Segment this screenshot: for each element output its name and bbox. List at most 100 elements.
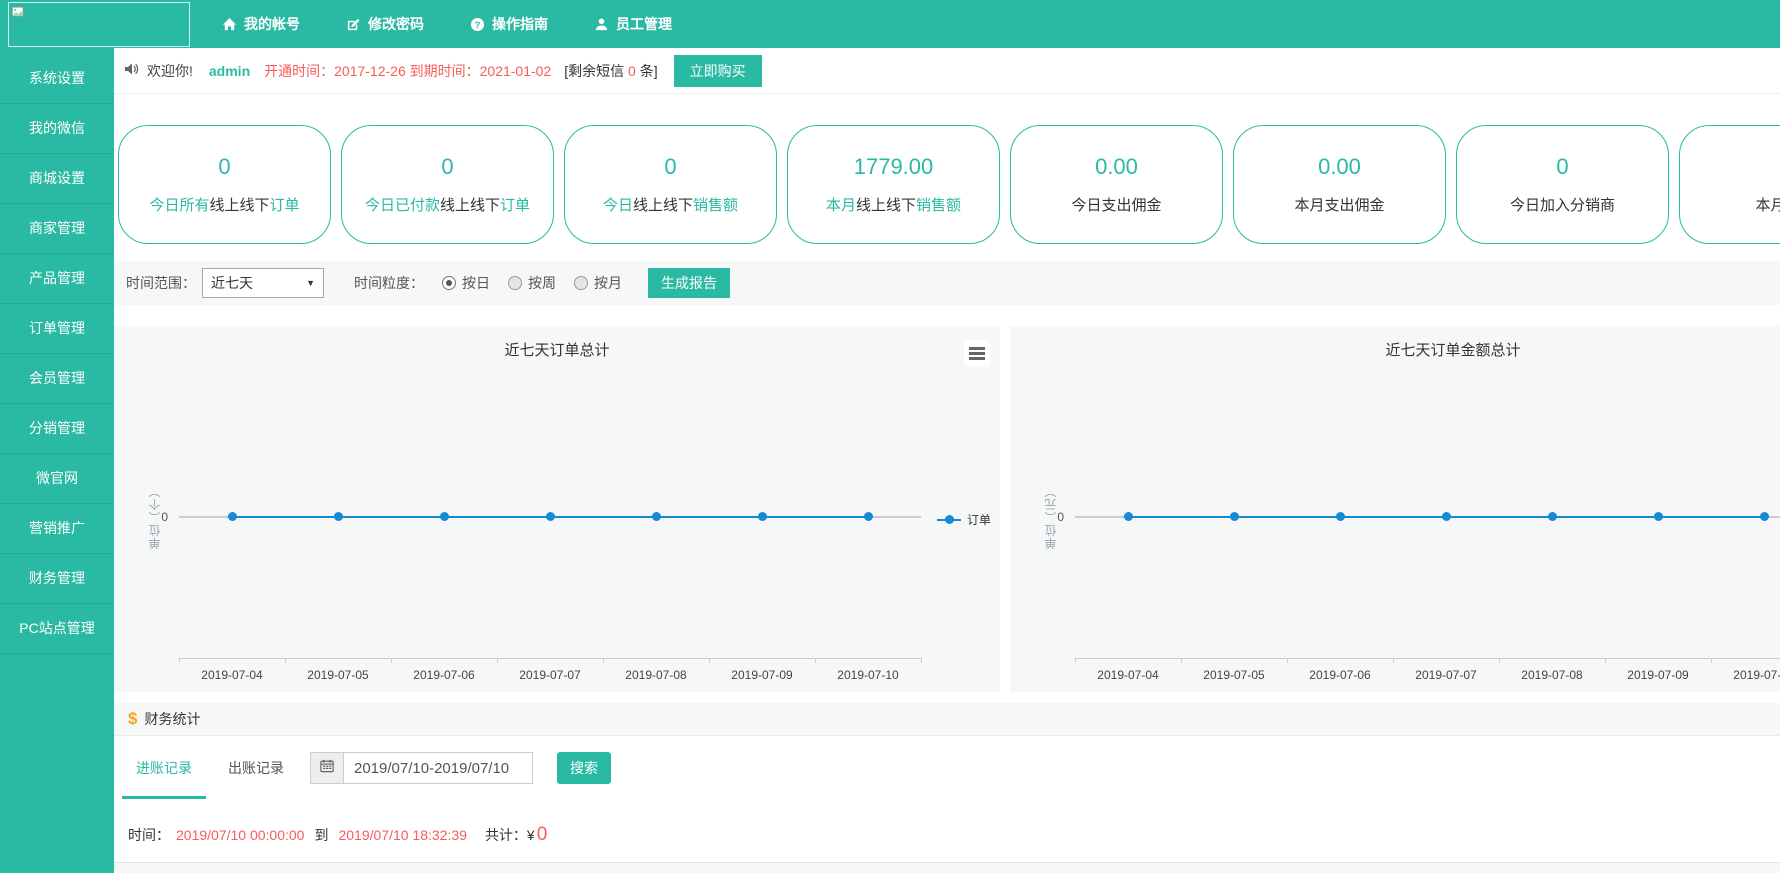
sidebar-item-4[interactable]: 商家管理 (0, 204, 114, 254)
topnav-item-3[interactable]: ? 操作指南 (470, 14, 548, 34)
x-axis-label: 2019-07-10 (1722, 668, 1780, 682)
total-value: 0 (537, 824, 548, 846)
x-axis-tick (709, 658, 710, 663)
radio-label: 按月 (594, 273, 622, 293)
sidebar-item-5[interactable]: 产品管理 (0, 254, 114, 304)
stat-card-label: 今日已付款线上线下订单 (365, 194, 530, 215)
x-axis-tick (1393, 658, 1394, 663)
chart-legend[interactable]: 订单 (937, 511, 991, 528)
search-button[interactable]: 搜索 (557, 752, 611, 784)
legend-line-marker-icon (937, 515, 961, 524)
x-axis-tick (1287, 658, 1288, 663)
sidebar-item-11[interactable]: 财务管理 (0, 554, 114, 604)
data-point[interactable] (1548, 512, 1557, 521)
data-point[interactable] (334, 512, 343, 521)
stat-card-3: 0今日线上线下销售额 (564, 125, 777, 244)
total-label: 共计：¥ (485, 825, 535, 845)
stat-card-label: 本月加入 (1755, 194, 1780, 215)
stat-card-5: 0.00 今日支出佣金 (1010, 125, 1223, 244)
calendar-icon (320, 759, 334, 778)
generate-report-button[interactable]: 生成报告 (648, 268, 730, 298)
data-point[interactable] (1336, 512, 1345, 521)
sidebar-item-7[interactable]: 会员管理 (0, 354, 114, 404)
data-point[interactable] (1442, 512, 1451, 521)
date-range-input[interactable] (344, 752, 533, 784)
topnav-label: 我的帐号 (244, 14, 300, 34)
report-filter-bar: 时间范围： 近七天 ▼ 时间粒度： 按日按周按月 生成报告 (114, 261, 1780, 305)
topnav-label: 员工管理 (616, 14, 672, 34)
svg-text:?: ? (475, 19, 481, 29)
time-to-label: 到 (314, 825, 328, 845)
stat-card-6: 0.00本月支出佣金 (1233, 125, 1446, 244)
x-axis-tick (1075, 658, 1076, 663)
welcome-greeting: 欢迎你! (147, 61, 193, 81)
stat-card-8: 1本月加入 (1679, 125, 1780, 244)
main-content: 欢迎你! admin 开通时间：2017-12-26 到期时间：2021-01-… (114, 48, 1780, 873)
data-point[interactable] (758, 512, 767, 521)
data-point[interactable] (546, 512, 555, 521)
stat-card-value: 0 (218, 154, 230, 180)
chevron-down-icon: ▼ (306, 278, 315, 288)
data-point[interactable] (440, 512, 449, 521)
stat-card-value: 0.00 (1095, 154, 1138, 180)
x-axis-label: 2019-07-05 (1192, 668, 1276, 682)
data-point[interactable] (652, 512, 661, 521)
sidebar-navigation: 系统设置我的微信商城设置商家管理产品管理订单管理会员管理分销管理微官网营销推广财… (0, 48, 114, 873)
chart-title: 近七天订单总计 (114, 339, 1000, 360)
stat-card-label: 今日支出佣金 (1071, 194, 1161, 215)
time-range-label: 时间范围： (126, 273, 196, 293)
granularity-radio-3[interactable]: 按月 (574, 273, 622, 293)
edit-icon (346, 17, 361, 32)
granularity-radio-2[interactable]: 按周 (508, 273, 556, 293)
x-axis-label: 2019-07-06 (402, 668, 486, 682)
logo[interactable] (8, 2, 190, 47)
y-axis-tick: 0 (152, 510, 168, 524)
radio-icon[interactable] (574, 276, 588, 290)
stat-card-value: 0.00 (1318, 154, 1361, 180)
sidebar-item-10[interactable]: 营销推广 (0, 504, 114, 554)
x-axis-label: 2019-07-08 (1510, 668, 1594, 682)
x-axis-label: 2019-07-10 (826, 668, 910, 682)
stat-cards-row: 0今日所有线上线下订单0今日已付款线上线下订单0今日线上线下销售额1779.00… (114, 94, 1780, 244)
radio-selected-icon[interactable] (442, 276, 456, 290)
topnav-item-1[interactable]: 我的帐号 (222, 14, 300, 34)
x-axis-tick (1605, 658, 1606, 663)
radio-icon[interactable] (508, 276, 522, 290)
time-range-value: 近七天 (211, 273, 253, 293)
granularity-radio-1[interactable]: 按日 (442, 273, 490, 293)
dashboard-page: 我的帐号修改密码?操作指南员工管理 系统设置我的微信商城设置商家管理产品管理订单… (0, 0, 1780, 873)
radio-label: 按日 (462, 273, 490, 293)
data-point[interactable] (864, 512, 873, 521)
sidebar-item-1[interactable]: 系统设置 (0, 54, 114, 104)
sidebar-item-2[interactable]: 我的微信 (0, 104, 114, 154)
sidebar-item-9[interactable]: 微官网 (0, 454, 114, 504)
stat-card-value: 0 (664, 154, 676, 180)
data-point[interactable] (1230, 512, 1239, 521)
sidebar-item-12[interactable]: PC站点管理 (0, 604, 114, 654)
data-point[interactable] (1124, 512, 1133, 521)
users-icon (594, 17, 609, 32)
sidebar-item-6[interactable]: 订单管理 (0, 304, 114, 354)
stat-card-value: 1779.00 (854, 154, 934, 180)
time-range-select[interactable]: 近七天 ▼ (202, 268, 324, 298)
sidebar-item-8[interactable]: 分销管理 (0, 404, 114, 454)
chart-toolbox-icon[interactable] (964, 340, 990, 366)
finance-section-header: $ 财务统计 (114, 703, 1780, 736)
topnav-label: 操作指南 (492, 14, 548, 34)
topnav-item-2[interactable]: 修改密码 (346, 14, 424, 34)
x-axis-tick (497, 658, 498, 663)
sidebar-item-3[interactable]: 商城设置 (0, 154, 114, 204)
tab-expense-records[interactable]: 出账记录 (224, 758, 288, 778)
stat-card-7: 0今日加入分销商 (1456, 125, 1669, 244)
tab-income-records[interactable]: 进账记录 (132, 758, 196, 778)
topnav-item-4[interactable]: 员工管理 (594, 14, 672, 34)
buy-now-button[interactable]: 立即购买 (674, 55, 762, 87)
data-point[interactable] (1760, 512, 1769, 521)
calendar-button[interactable] (310, 752, 344, 784)
x-axis-label: 2019-07-07 (508, 668, 592, 682)
x-axis-line (179, 658, 921, 659)
data-point[interactable] (1654, 512, 1663, 521)
time-end: 2019/07/10 18:32:39 (338, 827, 466, 843)
x-axis-label: 2019-07-07 (1404, 668, 1488, 682)
data-point[interactable] (228, 512, 237, 521)
